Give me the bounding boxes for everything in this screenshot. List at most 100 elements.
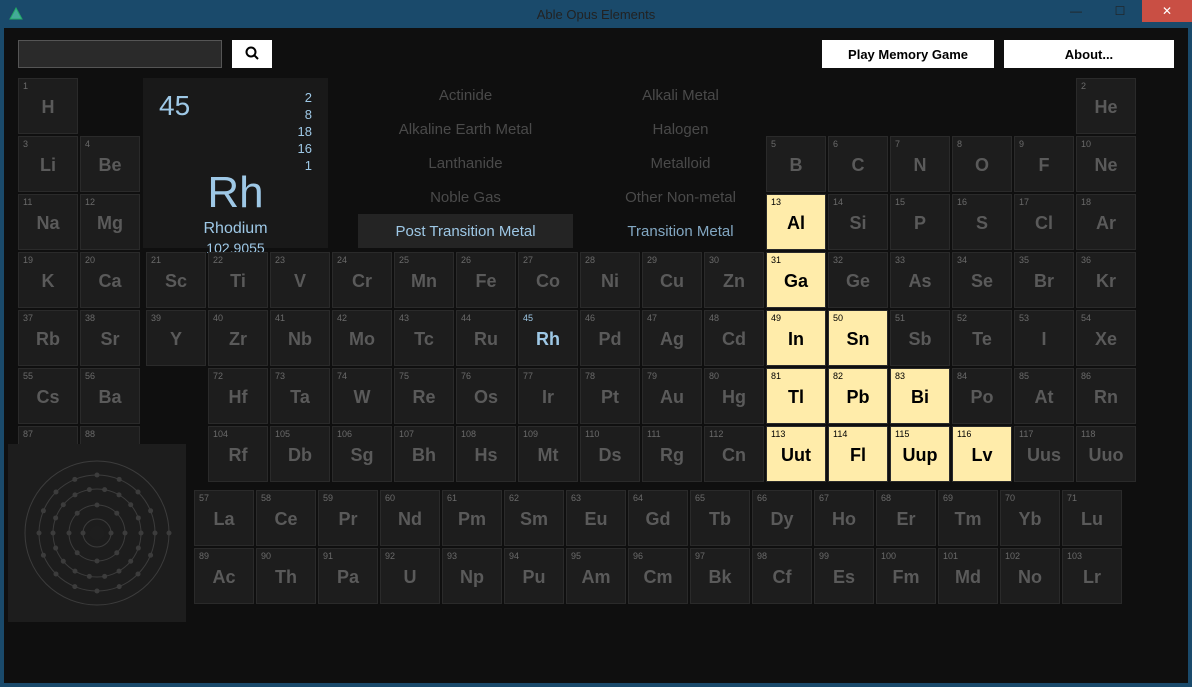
- element-Bh[interactable]: 107Bh: [394, 426, 454, 482]
- category-noble-gas[interactable]: Noble Gas: [358, 180, 573, 214]
- element-Sb[interactable]: 51Sb: [890, 310, 950, 366]
- category-transition-metal[interactable]: Transition Metal: [573, 214, 788, 248]
- window-minimize-button[interactable]: —: [1054, 0, 1098, 22]
- element-Ta[interactable]: 73Ta: [270, 368, 330, 424]
- element-Ti[interactable]: 22Ti: [208, 252, 268, 308]
- element-Yb[interactable]: 70Yb: [1000, 490, 1060, 546]
- element-Nd[interactable]: 60Nd: [380, 490, 440, 546]
- element-Re[interactable]: 75Re: [394, 368, 454, 424]
- element-Es[interactable]: 99Es: [814, 548, 874, 604]
- element-Ga[interactable]: 31Ga: [766, 252, 826, 308]
- element-Rn[interactable]: 86Rn: [1076, 368, 1136, 424]
- element-In[interactable]: 49In: [766, 310, 826, 366]
- element-Cn[interactable]: 112Cn: [704, 426, 764, 482]
- element-Tc[interactable]: 43Tc: [394, 310, 454, 366]
- element-Te[interactable]: 52Te: [952, 310, 1012, 366]
- element-Cs[interactable]: 55Cs: [18, 368, 78, 424]
- element-Cf[interactable]: 98Cf: [752, 548, 812, 604]
- element-Al[interactable]: 13Al: [766, 194, 826, 250]
- element-I[interactable]: 53I: [1014, 310, 1074, 366]
- about-button[interactable]: About...: [1004, 40, 1174, 68]
- element-Y[interactable]: 39Y: [146, 310, 206, 366]
- element-Bi[interactable]: 83Bi: [890, 368, 950, 424]
- category-post-transition-metal[interactable]: Post Transition Metal: [358, 214, 573, 248]
- element-Uup[interactable]: 115Uup: [890, 426, 950, 482]
- element-Lr[interactable]: 103Lr: [1062, 548, 1122, 604]
- element-Xe[interactable]: 54Xe: [1076, 310, 1136, 366]
- element-Tl[interactable]: 81Tl: [766, 368, 826, 424]
- element-Pt[interactable]: 78Pt: [580, 368, 640, 424]
- element-Si[interactable]: 14Si: [828, 194, 888, 250]
- element-Hg[interactable]: 80Hg: [704, 368, 764, 424]
- element-Uus[interactable]: 117Uus: [1014, 426, 1074, 482]
- element-Er[interactable]: 68Er: [876, 490, 936, 546]
- element-Os[interactable]: 76Os: [456, 368, 516, 424]
- element-Am[interactable]: 95Am: [566, 548, 626, 604]
- element-Np[interactable]: 93Np: [442, 548, 502, 604]
- search-button[interactable]: [232, 40, 272, 68]
- element-Tb[interactable]: 65Tb: [690, 490, 750, 546]
- element-Ds[interactable]: 110Ds: [580, 426, 640, 482]
- element-Fm[interactable]: 100Fm: [876, 548, 936, 604]
- element-He[interactable]: 2He: [1076, 78, 1136, 134]
- element-Pm[interactable]: 61Pm: [442, 490, 502, 546]
- element-Ne[interactable]: 10Ne: [1076, 136, 1136, 192]
- element-Lv[interactable]: 116Lv: [952, 426, 1012, 482]
- element-Be[interactable]: 4Be: [80, 136, 140, 192]
- element-Ca[interactable]: 20Ca: [80, 252, 140, 308]
- element-Sn[interactable]: 50Sn: [828, 310, 888, 366]
- element-Ce[interactable]: 58Ce: [256, 490, 316, 546]
- element-At[interactable]: 85At: [1014, 368, 1074, 424]
- element-Ac[interactable]: 89Ac: [194, 548, 254, 604]
- element-Ge[interactable]: 32Ge: [828, 252, 888, 308]
- element-Zr[interactable]: 40Zr: [208, 310, 268, 366]
- element-Rf[interactable]: 104Rf: [208, 426, 268, 482]
- element-Lu[interactable]: 71Lu: [1062, 490, 1122, 546]
- category-metalloid[interactable]: Metalloid: [573, 146, 788, 180]
- element-Br[interactable]: 35Br: [1014, 252, 1074, 308]
- category-alkali-metal[interactable]: Alkali Metal: [573, 78, 788, 112]
- element-As[interactable]: 33As: [890, 252, 950, 308]
- memory-game-button[interactable]: Play Memory Game: [822, 40, 994, 68]
- element-Au[interactable]: 79Au: [642, 368, 702, 424]
- element-Sg[interactable]: 106Sg: [332, 426, 392, 482]
- element-Gd[interactable]: 64Gd: [628, 490, 688, 546]
- element-Rh[interactable]: 45Rh: [518, 310, 578, 366]
- element-Fl[interactable]: 114Fl: [828, 426, 888, 482]
- element-N[interactable]: 7N: [890, 136, 950, 192]
- element-Th[interactable]: 90Th: [256, 548, 316, 604]
- element-V[interactable]: 23V: [270, 252, 330, 308]
- category-alkaline-earth-metal[interactable]: Alkaline Earth Metal: [358, 112, 573, 146]
- element-Uuo[interactable]: 118Uuo: [1076, 426, 1136, 482]
- element-Ru[interactable]: 44Ru: [456, 310, 516, 366]
- element-Rg[interactable]: 111Rg: [642, 426, 702, 482]
- element-Ni[interactable]: 28Ni: [580, 252, 640, 308]
- element-Kr[interactable]: 36Kr: [1076, 252, 1136, 308]
- element-P[interactable]: 15P: [890, 194, 950, 250]
- element-O[interactable]: 8O: [952, 136, 1012, 192]
- element-Nb[interactable]: 41Nb: [270, 310, 330, 366]
- element-Bk[interactable]: 97Bk: [690, 548, 750, 604]
- element-Mn[interactable]: 25Mn: [394, 252, 454, 308]
- element-Db[interactable]: 105Db: [270, 426, 330, 482]
- element-Sr[interactable]: 38Sr: [80, 310, 140, 366]
- element-No[interactable]: 102No: [1000, 548, 1060, 604]
- category-lanthanide[interactable]: Lanthanide: [358, 146, 573, 180]
- element-Zn[interactable]: 30Zn: [704, 252, 764, 308]
- element-Pu[interactable]: 94Pu: [504, 548, 564, 604]
- element-Cd[interactable]: 48Cd: [704, 310, 764, 366]
- element-Li[interactable]: 3Li: [18, 136, 78, 192]
- element-Co[interactable]: 27Co: [518, 252, 578, 308]
- element-Pd[interactable]: 46Pd: [580, 310, 640, 366]
- element-Po[interactable]: 84Po: [952, 368, 1012, 424]
- element-Ir[interactable]: 77Ir: [518, 368, 578, 424]
- element-Na[interactable]: 11Na: [18, 194, 78, 250]
- element-La[interactable]: 57La: [194, 490, 254, 546]
- element-U[interactable]: 92U: [380, 548, 440, 604]
- window-close-button[interactable]: ✕: [1142, 0, 1192, 22]
- element-Eu[interactable]: 63Eu: [566, 490, 626, 546]
- element-Pb[interactable]: 82Pb: [828, 368, 888, 424]
- element-Cm[interactable]: 96Cm: [628, 548, 688, 604]
- element-Hs[interactable]: 108Hs: [456, 426, 516, 482]
- element-Md[interactable]: 101Md: [938, 548, 998, 604]
